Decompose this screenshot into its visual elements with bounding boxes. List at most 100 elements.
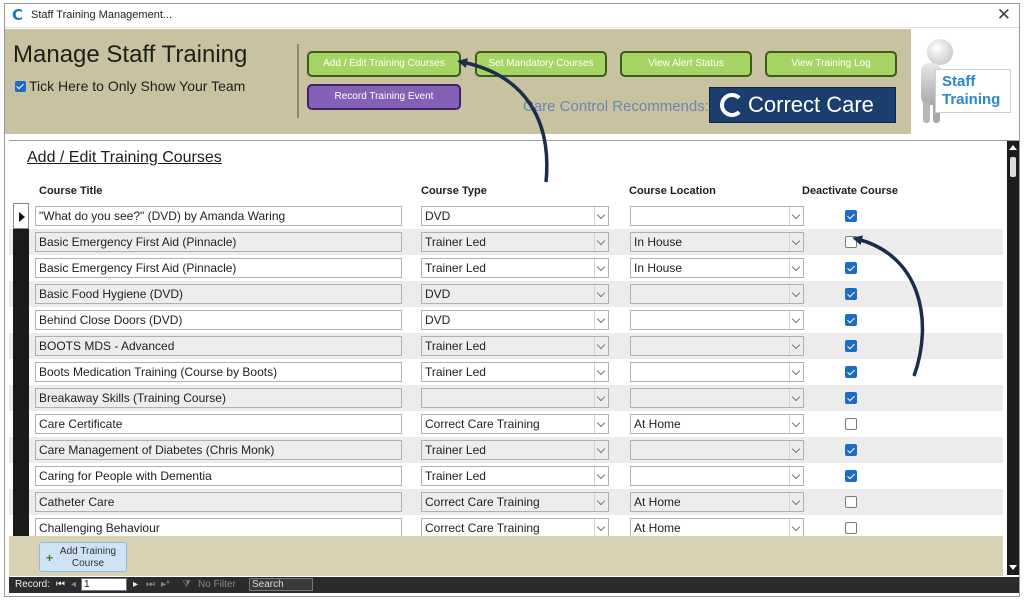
view-training-log-button[interactable]: View Training Log <box>765 51 897 77</box>
deactivate-checkbox[interactable] <box>845 522 857 534</box>
course-title-field[interactable]: Behind Close Doors (DVD) <box>35 310 402 330</box>
course-location-select[interactable]: In House <box>630 258 804 278</box>
previous-record-icon[interactable]: ◂ <box>71 579 76 591</box>
course-title-field[interactable]: BOOTS MDS - Advanced <box>35 336 402 356</box>
chevron-down-icon[interactable] <box>594 337 608 355</box>
course-title-field[interactable]: Catheter Care <box>35 492 402 512</box>
chevron-down-icon[interactable] <box>789 337 803 355</box>
set-mandatory-courses-button[interactable]: Set Mandatory Courses <box>475 51 607 77</box>
course-title-field[interactable]: Care Certificate <box>35 414 402 434</box>
chevron-down-icon[interactable] <box>594 285 608 303</box>
team-filter[interactable]: Tick Here to Only Show Your Team <box>15 78 245 94</box>
course-title-field[interactable]: Boots Medication Training (Course by Boo… <box>35 362 402 382</box>
record-selector[interactable] <box>13 385 29 411</box>
course-title-field[interactable]: Basic Emergency First Aid (Pinnacle) <box>35 232 402 252</box>
chevron-down-icon[interactable] <box>789 389 803 407</box>
course-type-select[interactable]: Trainer Led <box>421 232 609 252</box>
deactivate-checkbox[interactable] <box>845 288 857 300</box>
table-row[interactable]: BOOTS MDS - Advanced Trainer Led <box>9 333 1003 359</box>
course-location-select[interactable] <box>630 310 804 330</box>
record-number-field[interactable]: 1 <box>81 578 127 591</box>
chevron-down-icon[interactable] <box>594 519 608 537</box>
correct-care-logo[interactable]: Correct Care <box>709 87 896 123</box>
course-type-select[interactable]: Trainer Led <box>421 336 609 356</box>
course-location-select[interactable]: At Home <box>630 414 804 434</box>
record-selector[interactable] <box>13 229 29 255</box>
scroll-up-icon[interactable] <box>1009 145 1017 150</box>
course-title-field[interactable]: Basic Emergency First Aid (Pinnacle) <box>35 258 402 278</box>
scroll-thumb[interactable] <box>1010 157 1016 177</box>
filter-status[interactable]: No Filter <box>198 579 236 591</box>
course-location-select[interactable] <box>630 362 804 382</box>
course-location-select[interactable]: In House <box>630 232 804 252</box>
vertical-scrollbar[interactable] <box>1007 141 1019 575</box>
table-row[interactable]: Catheter Care Correct Care Training At Hom… <box>9 489 1003 515</box>
course-type-select[interactable] <box>421 388 609 408</box>
chevron-down-icon[interactable] <box>789 415 803 433</box>
table-row[interactable]: "What do you see?" (DVD) by Amanda Warin… <box>9 203 1003 229</box>
chevron-down-icon[interactable] <box>789 207 803 225</box>
course-title-field[interactable]: Basic Food Hygiene (DVD) <box>35 284 402 304</box>
course-type-select[interactable]: Trainer Led <box>421 258 609 278</box>
course-location-select[interactable]: At Home <box>630 518 804 538</box>
course-type-select[interactable]: Correct Care Training <box>421 518 609 538</box>
scroll-down-icon[interactable] <box>1009 565 1017 570</box>
last-record-icon[interactable]: ⏭ <box>146 579 155 591</box>
chevron-down-icon[interactable] <box>789 519 803 537</box>
course-title-field[interactable]: "What do you see?" (DVD) by Amanda Warin… <box>35 206 402 226</box>
table-row[interactable]: Care Certificate Correct Care Training At … <box>9 411 1003 437</box>
chevron-down-icon[interactable] <box>594 389 608 407</box>
add-edit-courses-button[interactable]: Add / Edit Training Courses <box>307 51 461 77</box>
record-selector[interactable] <box>13 333 29 359</box>
course-title-field[interactable]: Care Management of Diabetes (Chris Monk) <box>35 440 402 460</box>
table-row[interactable]: Care Management of Diabetes (Chris Monk)… <box>9 437 1003 463</box>
deactivate-checkbox[interactable] <box>845 444 857 456</box>
deactivate-checkbox[interactable] <box>845 262 857 274</box>
record-selector[interactable] <box>13 203 29 229</box>
chevron-down-icon[interactable] <box>594 207 608 225</box>
chevron-down-icon[interactable] <box>789 259 803 277</box>
record-training-event-button[interactable]: Record Training Event <box>307 84 461 110</box>
record-selector[interactable] <box>13 463 29 489</box>
course-title-field[interactable]: Caring for People with Dementia <box>35 466 402 486</box>
course-type-select[interactable]: Correct Care Training <box>421 492 609 512</box>
course-location-select[interactable] <box>630 466 804 486</box>
view-alert-status-button[interactable]: View Alert Status <box>620 51 752 77</box>
table-row[interactable]: Caring for People with Dementia Trainer L… <box>9 463 1003 489</box>
chevron-down-icon[interactable] <box>789 233 803 251</box>
record-selector[interactable] <box>13 411 29 437</box>
table-row[interactable]: Basic Emergency First Aid (Pinnacle) Trai… <box>9 229 1003 255</box>
chevron-down-icon[interactable] <box>789 311 803 329</box>
deactivate-checkbox[interactable] <box>845 496 857 508</box>
first-record-icon[interactable]: ⏮ <box>56 579 65 591</box>
deactivate-checkbox[interactable] <box>845 418 857 430</box>
team-checkbox[interactable] <box>15 80 26 92</box>
course-type-select[interactable]: Trainer Led <box>421 362 609 382</box>
chevron-down-icon[interactable] <box>594 493 608 511</box>
course-location-select[interactable] <box>630 336 804 356</box>
course-type-select[interactable]: DVD <box>421 284 609 304</box>
record-selector[interactable] <box>13 307 29 333</box>
close-icon[interactable]: ✕ <box>997 6 1011 24</box>
course-title-field[interactable]: Breakaway Skills (Training Course) <box>35 388 402 408</box>
deactivate-checkbox[interactable] <box>845 210 857 222</box>
chevron-down-icon[interactable] <box>594 467 608 485</box>
course-type-select[interactable]: Correct Care Training <box>421 414 609 434</box>
course-location-select[interactable] <box>630 206 804 226</box>
course-type-select[interactable]: DVD <box>421 310 609 330</box>
course-location-select[interactable] <box>630 388 804 408</box>
course-type-select[interactable]: DVD <box>421 206 609 226</box>
deactivate-checkbox[interactable] <box>845 392 857 404</box>
record-selector[interactable] <box>13 489 29 515</box>
deactivate-checkbox[interactable] <box>845 366 857 378</box>
course-type-select[interactable]: Trainer Led <box>421 466 609 486</box>
chevron-down-icon[interactable] <box>594 415 608 433</box>
table-row[interactable]: Basic Emergency First Aid (Pinnacle) Trai… <box>9 255 1003 281</box>
deactivate-checkbox[interactable] <box>845 236 857 248</box>
chevron-down-icon[interactable] <box>789 285 803 303</box>
course-title-field[interactable]: Challenging Behaviour <box>35 518 402 538</box>
add-training-course-button[interactable]: + Add Training Course <box>39 542 127 572</box>
chevron-down-icon[interactable] <box>594 363 608 381</box>
deactivate-checkbox[interactable] <box>845 314 857 326</box>
chevron-down-icon[interactable] <box>789 363 803 381</box>
